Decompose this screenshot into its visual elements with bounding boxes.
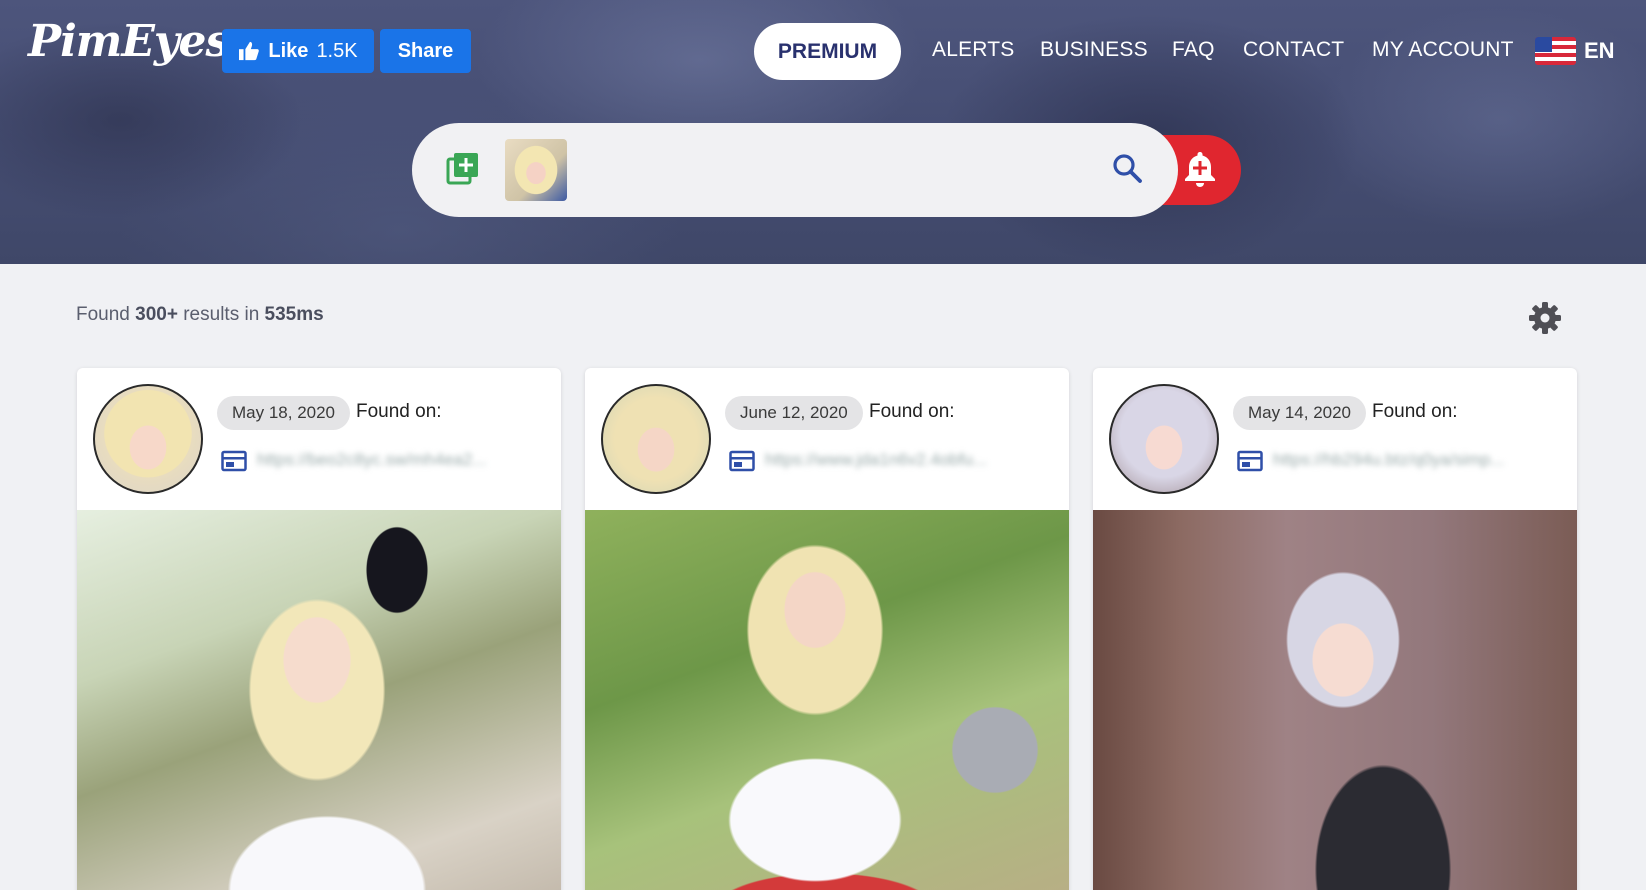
facebook-share-button[interactable]: Share <box>380 29 471 73</box>
result-image[interactable] <box>1093 510 1577 890</box>
nav-my-account[interactable]: MY ACCOUNT <box>1372 38 1514 62</box>
result-image[interactable] <box>585 510 1069 890</box>
thumbs-up-icon <box>239 41 260 61</box>
result-card[interactable]: May 18, 2020 Found on: https://beo2c8yc.… <box>77 368 561 890</box>
result-image[interactable] <box>77 510 561 890</box>
result-card[interactable]: June 12, 2020 Found on: https://www.jda1… <box>585 368 1069 890</box>
results-summary: Found 300+ results in 535ms <box>76 304 324 326</box>
gear-icon[interactable] <box>1527 300 1563 336</box>
website-icon <box>1237 450 1263 472</box>
face-thumbnail[interactable] <box>1109 384 1219 494</box>
found-on-label: Found on: <box>869 401 955 422</box>
source-url[interactable]: https://www.jda1n6v2.4obfu... <box>765 450 1047 472</box>
premium-button[interactable]: PREMIUM <box>754 23 901 80</box>
results-prefix: Found <box>76 304 136 325</box>
results-time: 535ms <box>264 304 324 325</box>
website-icon <box>221 450 247 472</box>
website-icon <box>729 450 755 472</box>
date-chip: May 14, 2020 <box>1233 396 1367 430</box>
card-header: June 12, 2020 Found on: https://www.jda1… <box>585 368 1069 510</box>
facebook-like-button[interactable]: Like 1.5K <box>222 29 374 73</box>
language-selector[interactable]: EN <box>1535 37 1615 65</box>
bell-alert-icon <box>1185 152 1215 187</box>
card-header: May 18, 2020 Found on: https://beo2c8yc.… <box>77 368 561 510</box>
results-count: 300+ <box>135 304 178 325</box>
face-thumbnail[interactable] <box>93 384 203 494</box>
found-on-label: Found on: <box>1372 401 1458 422</box>
like-count: 1.5K <box>316 39 358 62</box>
nav-faq[interactable]: FAQ <box>1172 38 1215 62</box>
date-chip: June 12, 2020 <box>725 396 863 430</box>
us-flag-icon <box>1535 37 1576 65</box>
results-middle: results in <box>177 304 265 325</box>
nav-alerts[interactable]: ALERTS <box>932 38 1015 62</box>
source-url[interactable]: https://hb294u.btz/q0ya/simp... <box>1273 450 1555 472</box>
pimeyes-logo[interactable]: PimEyes <box>28 16 230 67</box>
result-card[interactable]: May 14, 2020 Found on: https://hb294u.bt… <box>1093 368 1577 890</box>
found-on-label: Found on: <box>356 401 442 422</box>
like-label: Like <box>268 39 309 62</box>
language-code: EN <box>1584 38 1615 63</box>
source-url[interactable]: https://beo2c8yc.sw/mh4ea2... <box>257 450 539 472</box>
face-thumbnail[interactable] <box>601 384 711 494</box>
date-chip: May 18, 2020 <box>217 396 351 430</box>
search-icon[interactable] <box>1111 152 1143 184</box>
add-photo-icon[interactable] <box>446 151 480 185</box>
card-header: May 14, 2020 Found on: https://hb294u.bt… <box>1093 368 1577 510</box>
nav-business[interactable]: BUSINESS <box>1040 38 1148 62</box>
query-image-thumbnail[interactable] <box>505 139 567 201</box>
nav-contact[interactable]: CONTACT <box>1243 38 1344 62</box>
